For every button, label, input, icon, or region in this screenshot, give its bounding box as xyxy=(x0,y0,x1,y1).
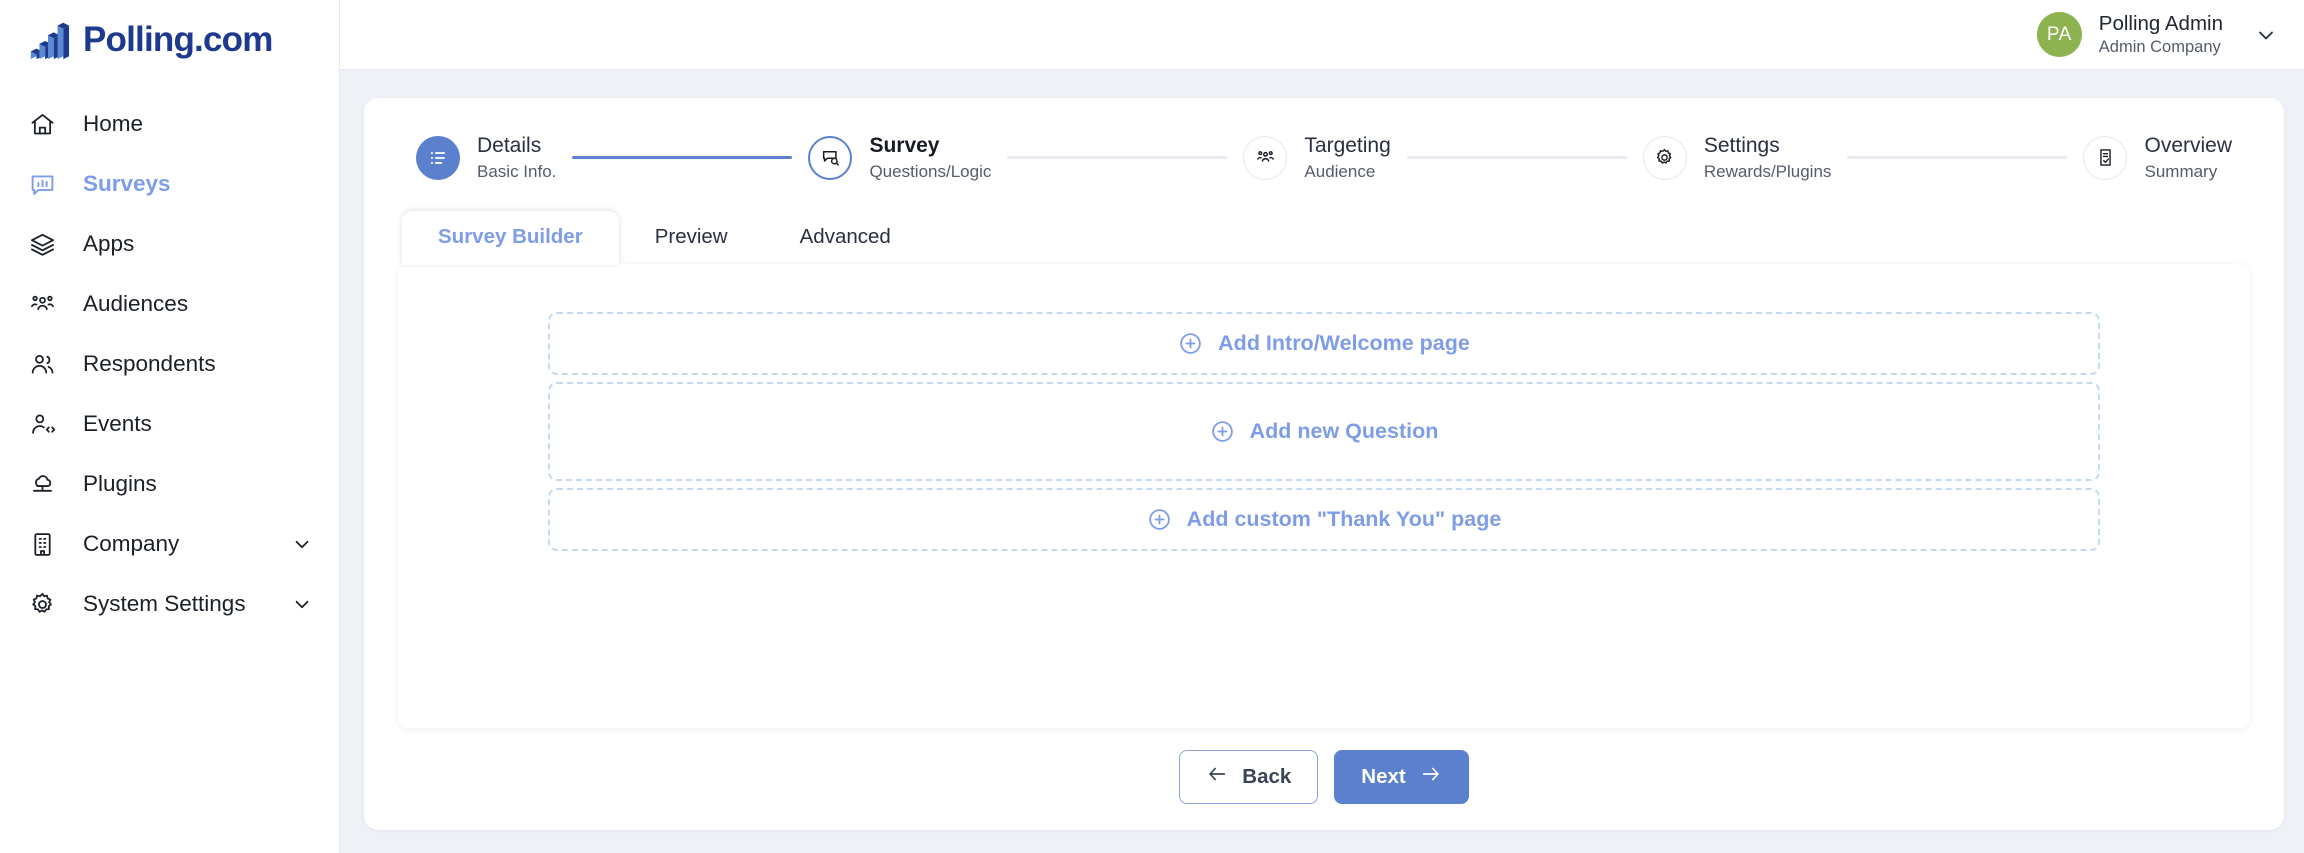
back-button[interactable]: Back xyxy=(1179,750,1319,804)
step-survey[interactable]: Survey Questions/Logic xyxy=(808,132,991,183)
users-icon xyxy=(28,350,56,378)
audience-icon xyxy=(28,290,56,318)
sidebar-item-label: System Settings xyxy=(83,591,246,616)
survey-search-icon xyxy=(808,135,853,180)
next-button-label: Next xyxy=(1361,765,1406,788)
gear-icon xyxy=(1642,135,1687,180)
add-question-button[interactable]: Add new Question xyxy=(548,382,2100,482)
add-thank-you-page-label: Add custom "Thank You" page xyxy=(1186,507,1502,532)
building-icon xyxy=(28,530,56,558)
step-subtitle: Basic Info. xyxy=(477,162,557,182)
audience-icon xyxy=(1243,135,1288,180)
step-details[interactable]: Details Basic Info. xyxy=(416,132,556,183)
wizard-footer: Back Next xyxy=(398,728,2250,830)
tab-advanced[interactable]: Advanced xyxy=(764,211,927,265)
chevron-down-icon[interactable] xyxy=(2254,23,2278,47)
bar-chart-isometric-logo-icon xyxy=(30,22,70,60)
arrow-left-icon xyxy=(1206,763,1228,791)
user-company: Admin Company xyxy=(2098,38,2221,56)
user-meta: Polling Admin Admin Company xyxy=(2099,11,2223,57)
plug-cloud-icon xyxy=(28,470,56,498)
sidebar-item-label: Events xyxy=(83,411,152,436)
step-settings[interactable]: Settings Rewards/Plugins xyxy=(1642,132,1832,183)
sidebar-item-system-settings[interactable]: System Settings xyxy=(0,574,339,634)
survey-builder-panel: Add Intro/Welcome page Add new Question xyxy=(398,264,2250,728)
add-intro-page-label: Add Intro/Welcome page xyxy=(1218,331,1470,356)
sidebar-nav: Home Surveys Apps Audiences Respondents … xyxy=(0,94,339,634)
top-bar: PA Polling Admin Admin Company xyxy=(340,0,2304,70)
sidebar-item-label: Home xyxy=(83,111,144,136)
sidebar-item-home[interactable]: Home xyxy=(0,94,339,154)
avatar: PA xyxy=(2036,12,2082,57)
step-connector-4 xyxy=(1847,156,2068,159)
user-menu[interactable]: PA Polling Admin Admin Company xyxy=(2036,11,2278,57)
sidebar-item-audiences[interactable]: Audiences xyxy=(0,274,339,334)
survey-chat-icon xyxy=(28,170,56,198)
list-icon xyxy=(416,135,460,180)
sidebar-item-apps[interactable]: Apps xyxy=(0,214,339,274)
back-button-label: Back xyxy=(1242,765,1292,788)
tab-preview[interactable]: Preview xyxy=(619,211,764,265)
step-texts: Survey Questions/Logic xyxy=(869,132,991,183)
sidebar-item-label: Plugins xyxy=(83,471,157,496)
sidebar-item-label: Surveys xyxy=(83,171,171,196)
step-subtitle: Summary xyxy=(2144,162,2218,182)
sidebar: Polling.com Home Surveys Apps Audiences … xyxy=(0,0,340,853)
step-title: Survey xyxy=(869,134,940,157)
next-button[interactable]: Next xyxy=(1334,750,1469,804)
app-root: Polling.com Home Surveys Apps Audiences … xyxy=(0,0,2304,853)
doc-check-icon xyxy=(2083,135,2128,180)
user-name: Polling Admin xyxy=(2098,12,2223,36)
step-texts: Overview Summary xyxy=(2144,132,2232,183)
step-targeting[interactable]: Targeting Audience xyxy=(1243,132,1391,183)
plus-circle-icon xyxy=(1178,331,1203,356)
step-title: Settings xyxy=(1703,134,1780,157)
add-intro-page-button[interactable]: Add Intro/Welcome page xyxy=(548,312,2100,376)
step-texts: Settings Rewards/Plugins xyxy=(1704,132,1832,183)
step-overview[interactable]: Overview Summary xyxy=(2083,132,2232,183)
sidebar-item-label: Apps xyxy=(83,231,135,256)
add-thank-you-page-button[interactable]: Add custom "Thank You" page xyxy=(548,488,2100,552)
add-question-label: Add new Question xyxy=(1249,419,1439,444)
sidebar-item-surveys[interactable]: Surveys xyxy=(0,154,339,214)
layers-icon xyxy=(28,230,56,258)
step-title: Details xyxy=(477,134,542,157)
sidebar-item-label: Company xyxy=(83,531,180,556)
plus-circle-icon xyxy=(1210,419,1235,444)
sidebar-item-company[interactable]: Company xyxy=(0,514,339,574)
brand-name: Polling.com xyxy=(83,20,273,59)
step-connector-2 xyxy=(1007,156,1228,159)
step-subtitle: Questions/Logic xyxy=(869,162,992,182)
step-subtitle: Audience xyxy=(1304,162,1376,182)
sidebar-item-events[interactable]: Events xyxy=(0,394,339,454)
step-texts: Targeting Audience xyxy=(1304,132,1390,183)
main-area: PA Polling Admin Admin Company Details B… xyxy=(340,0,2304,853)
step-title: Targeting xyxy=(1304,134,1391,157)
brand-logo[interactable]: Polling.com xyxy=(0,0,339,66)
sidebar-item-label: Respondents xyxy=(83,351,216,376)
step-title: Overview xyxy=(2144,134,2233,157)
arrow-right-icon xyxy=(1420,763,1442,791)
chevron-down-icon[interactable] xyxy=(291,533,313,555)
plus-circle-icon xyxy=(1147,507,1172,532)
tab-survey-builder[interactable]: Survey Builder xyxy=(402,211,619,266)
sidebar-item-label: Audiences xyxy=(83,291,189,316)
chevron-down-icon[interactable] xyxy=(291,593,313,615)
content-canvas: Details Basic Info. Survey Questions/Log… xyxy=(340,70,2304,853)
wizard-stepper: Details Basic Info. Survey Questions/Log… xyxy=(398,128,2250,183)
sidebar-item-plugins[interactable]: Plugins xyxy=(0,454,339,514)
user-code-icon xyxy=(28,410,56,438)
step-texts: Details Basic Info. xyxy=(477,132,556,183)
wizard-card: Details Basic Info. Survey Questions/Log… xyxy=(364,98,2284,830)
builder-tabs: Survey Builder Preview Advanced xyxy=(398,211,2250,266)
sidebar-item-respondents[interactable]: Respondents xyxy=(0,334,339,394)
step-connector-3 xyxy=(1406,156,1627,159)
step-subtitle: Rewards/Plugins xyxy=(1703,162,1832,182)
home-icon xyxy=(28,110,56,138)
step-connector-1 xyxy=(572,156,793,159)
gear-icon xyxy=(28,590,56,618)
